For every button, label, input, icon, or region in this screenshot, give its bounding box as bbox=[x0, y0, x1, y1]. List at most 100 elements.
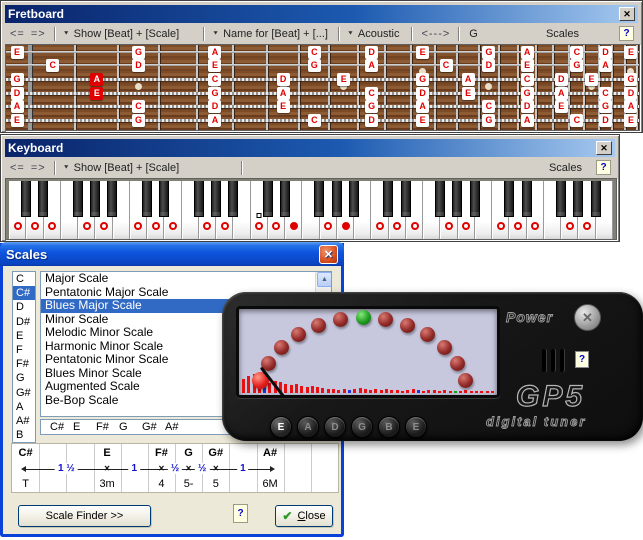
fret-note-marker[interactable]: A bbox=[521, 46, 534, 59]
black-key[interactable] bbox=[504, 181, 514, 217]
fret-note-marker[interactable]: A bbox=[208, 46, 221, 59]
fretboard-titlebar[interactable]: Fretboard ✕ bbox=[5, 5, 638, 23]
fret-note-marker[interactable]: A bbox=[90, 73, 103, 86]
black-key[interactable] bbox=[314, 181, 324, 217]
fret-note-marker[interactable]: C bbox=[132, 100, 145, 113]
fret-note-marker[interactable]: A bbox=[277, 87, 290, 100]
fret-note-marker[interactable]: G bbox=[482, 46, 495, 59]
range-button[interactable]: <---> bbox=[418, 27, 453, 41]
black-key[interactable] bbox=[522, 181, 532, 217]
root-list-item[interactable]: D# bbox=[13, 315, 35, 329]
fret-note-marker[interactable]: G bbox=[599, 100, 612, 113]
fret-note-marker[interactable]: A bbox=[416, 100, 429, 113]
fret-note-marker[interactable]: E bbox=[624, 114, 637, 127]
fret-note-marker[interactable]: C bbox=[46, 59, 59, 72]
back-button[interactable]: <= bbox=[7, 27, 28, 41]
fret-note-marker[interactable]: E bbox=[521, 59, 534, 72]
scale-list-item[interactable]: Major Scale bbox=[41, 272, 331, 286]
fret-note-marker[interactable]: C bbox=[208, 73, 221, 86]
black-key[interactable] bbox=[591, 181, 601, 217]
fret-note-marker[interactable]: G bbox=[132, 114, 145, 127]
root-list-item[interactable]: A# bbox=[13, 414, 35, 428]
fret-note-marker[interactable]: C bbox=[308, 46, 321, 59]
fret-note-marker[interactable]: D bbox=[521, 100, 534, 113]
fret-note-marker[interactable]: C bbox=[308, 114, 321, 127]
name-dropdown[interactable]: ▼ Name for [Beat] + [...] bbox=[210, 28, 330, 40]
root-list-item[interactable]: F# bbox=[13, 357, 35, 371]
fret-note-marker[interactable]: G bbox=[11, 73, 24, 86]
fret-note-marker[interactable]: G bbox=[308, 59, 321, 72]
root-list-item[interactable]: C bbox=[13, 272, 35, 286]
black-key[interactable] bbox=[332, 181, 342, 217]
fret-note-marker[interactable]: D bbox=[599, 114, 612, 127]
fret-note-marker[interactable]: A bbox=[555, 87, 568, 100]
fret-note-marker[interactable]: G bbox=[416, 73, 429, 86]
instrument-dropdown[interactable]: ▼ Acoustic bbox=[345, 28, 402, 40]
black-key[interactable] bbox=[38, 181, 48, 217]
close-button[interactable]: ✔ Close bbox=[275, 505, 333, 527]
tuner-string-button[interactable]: B bbox=[378, 416, 400, 438]
scales-close-icon[interactable]: ✕ bbox=[319, 245, 338, 264]
tuner-string-button[interactable]: G bbox=[351, 416, 373, 438]
fret-note-marker[interactable]: E bbox=[624, 46, 637, 59]
fret-note-marker[interactable]: G bbox=[624, 73, 637, 86]
tuner-string-button[interactable]: E bbox=[405, 416, 427, 438]
fret-note-marker[interactable]: D bbox=[132, 59, 145, 72]
scales-titlebar[interactable]: Scales ✕ bbox=[0, 242, 344, 266]
root-list-item[interactable]: G bbox=[13, 371, 35, 385]
show-dropdown[interactable]: ▼ Show [Beat] + [Scale] bbox=[61, 28, 181, 40]
root-list-item[interactable]: C# bbox=[13, 286, 35, 300]
keyboard-close-icon[interactable]: ✕ bbox=[596, 141, 612, 155]
black-key[interactable] bbox=[142, 181, 152, 217]
fret-note-marker[interactable]: C bbox=[570, 46, 583, 59]
fret-note-marker[interactable]: C bbox=[365, 87, 378, 100]
black-key[interactable] bbox=[401, 181, 411, 217]
scroll-up-icon[interactable]: ▲ bbox=[317, 272, 332, 287]
black-key[interactable] bbox=[90, 181, 100, 217]
fret-note-marker[interactable]: E bbox=[277, 100, 290, 113]
scales-link[interactable]: Scales bbox=[549, 162, 582, 174]
scale-finder-button[interactable]: Scale Finder >> bbox=[18, 505, 151, 527]
root-list-item[interactable]: D bbox=[13, 300, 35, 314]
fret-note-marker[interactable]: G bbox=[365, 100, 378, 113]
fret-note-marker[interactable]: E bbox=[11, 46, 24, 59]
fret-note-marker[interactable]: C bbox=[482, 100, 495, 113]
root-note-list[interactable]: CC#DD#EFF#GG#AA#B bbox=[12, 271, 36, 443]
fret-note-marker[interactable]: D bbox=[365, 46, 378, 59]
black-key[interactable] bbox=[263, 181, 273, 217]
fret-note-marker[interactable]: A bbox=[208, 114, 221, 127]
fret-note-marker[interactable]: E bbox=[416, 46, 429, 59]
help-icon[interactable]: ? bbox=[233, 504, 248, 523]
fret-note-marker[interactable]: E bbox=[416, 114, 429, 127]
black-key[interactable] bbox=[73, 181, 83, 217]
black-key[interactable] bbox=[159, 181, 169, 217]
key-label[interactable]: G bbox=[465, 28, 482, 40]
fret-note-marker[interactable]: G bbox=[521, 87, 534, 100]
black-key[interactable] bbox=[349, 181, 359, 217]
help-icon[interactable]: ? bbox=[619, 26, 634, 41]
black-key[interactable] bbox=[107, 181, 117, 217]
fret-note-marker[interactable]: G bbox=[570, 59, 583, 72]
back-button[interactable]: <= bbox=[7, 161, 28, 175]
fret-note-marker[interactable]: C bbox=[570, 114, 583, 127]
fret-note-marker[interactable]: D bbox=[599, 46, 612, 59]
fret-note-marker[interactable]: A bbox=[365, 59, 378, 72]
black-key[interactable] bbox=[556, 181, 566, 217]
fret-note-marker[interactable]: A bbox=[462, 73, 475, 86]
root-list-item[interactable]: E bbox=[13, 329, 35, 343]
fret-note-marker[interactable]: D bbox=[624, 87, 637, 100]
tuner-string-button[interactable]: A bbox=[297, 416, 319, 438]
fret-note-marker[interactable]: G bbox=[482, 114, 495, 127]
black-key[interactable] bbox=[435, 181, 445, 217]
black-key[interactable] bbox=[573, 181, 583, 217]
piano-keys[interactable] bbox=[9, 181, 613, 239]
fret-note-marker[interactable]: D bbox=[277, 73, 290, 86]
root-list-item[interactable]: A bbox=[13, 400, 35, 414]
fret-note-marker[interactable]: D bbox=[555, 73, 568, 86]
forward-button[interactable]: => bbox=[28, 27, 49, 41]
black-key[interactable] bbox=[383, 181, 393, 217]
help-icon[interactable]: ? bbox=[575, 351, 589, 368]
black-key[interactable] bbox=[452, 181, 462, 217]
black-key[interactable] bbox=[470, 181, 480, 217]
fret-note-marker[interactable]: D bbox=[416, 87, 429, 100]
